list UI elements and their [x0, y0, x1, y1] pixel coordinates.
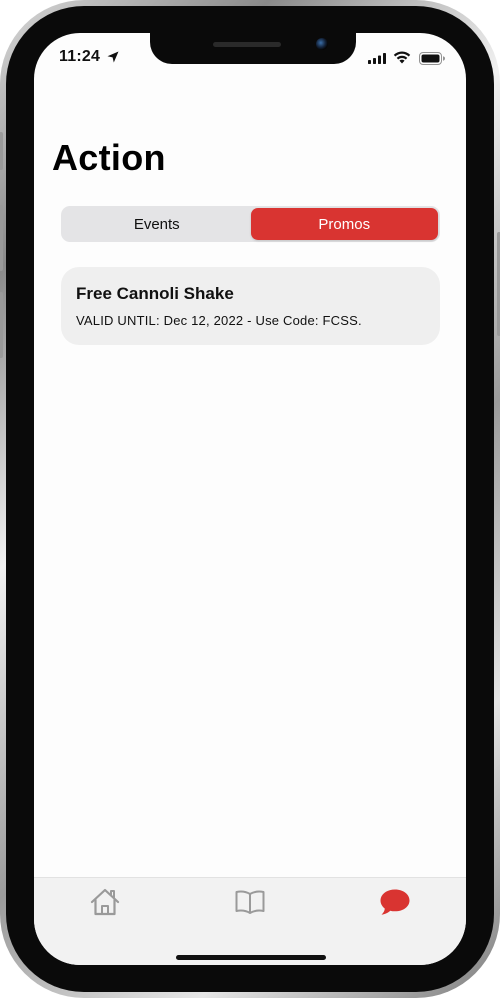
mute-switch: [0, 132, 3, 170]
segment-events-label: Events: [133, 215, 180, 233]
notch: [150, 33, 356, 64]
volume-up-button: [0, 205, 3, 271]
segmented-control: Events Promos: [61, 206, 440, 242]
location-arrow-icon: [107, 51, 119, 63]
front-camera: [316, 38, 328, 50]
wifi-icon: [393, 51, 411, 64]
battery-icon: [419, 52, 445, 65]
volume-down-button: [0, 292, 3, 358]
earpiece-speaker: [213, 42, 281, 47]
status-time: 11:24: [59, 48, 101, 65]
tab-chat[interactable]: [375, 884, 415, 920]
promo-detail: VALID UNTIL: Dec 12, 2022 - Use Code: FC…: [76, 313, 362, 328]
home-indicator[interactable]: [176, 955, 326, 960]
home-icon: [90, 888, 120, 916]
segment-promos-label: Promos: [318, 215, 371, 233]
screen: 11:24 Action Events Promos Free Cannoli …: [34, 33, 466, 965]
tab-home[interactable]: [85, 884, 125, 920]
cellular-signal-icon: [368, 53, 386, 64]
tab-menu[interactable]: [230, 884, 270, 920]
segment-promos[interactable]: Promos: [250, 208, 438, 240]
promo-title: Free Cannoli Shake: [76, 284, 234, 303]
book-icon: [235, 890, 265, 914]
chat-bubble-icon: [380, 889, 410, 915]
promo-card[interactable]: Free Cannoli Shake VALID UNTIL: Dec 12, …: [61, 267, 440, 345]
tab-bar: [34, 877, 466, 965]
page-title: Action: [52, 137, 166, 178]
phone-frame: 11:24 Action Events Promos Free Cannoli …: [0, 0, 500, 998]
segment-events[interactable]: Events: [63, 208, 251, 240]
